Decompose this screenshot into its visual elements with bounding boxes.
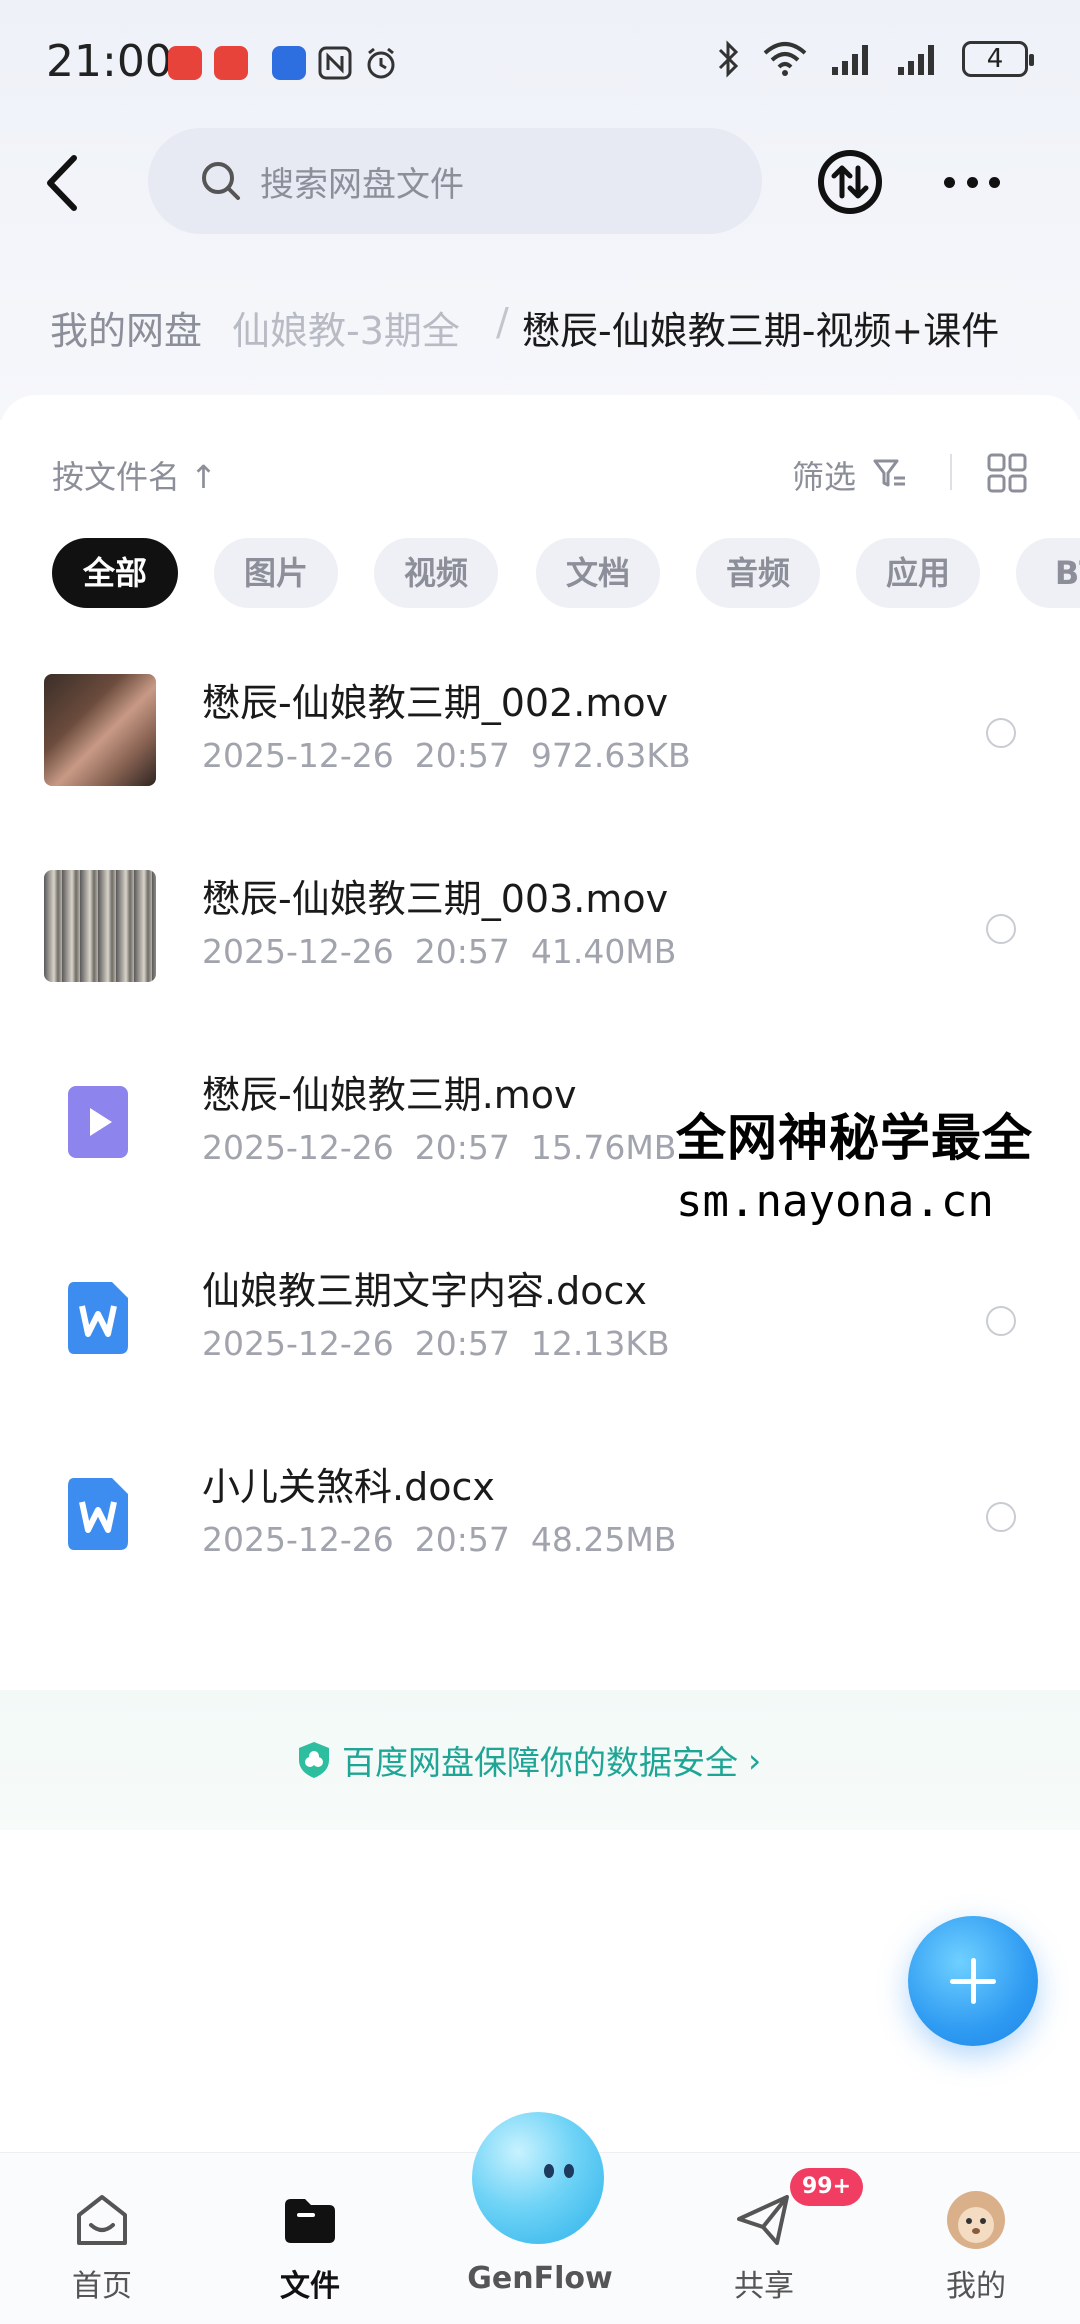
nav-label-share: 共享 <box>734 2269 794 2304</box>
watermark-line-1: 全网神秘学最全 <box>676 1109 1033 1167</box>
file-size: 48.25MB <box>530 1520 677 1559</box>
file-date: 2025-12-26 <box>202 736 394 775</box>
file-row[interactable]: 小儿关煞科.docx 2025-12-26 20:57 48.25MB <box>0 1424 1080 1620</box>
alarm-icon <box>367 47 395 79</box>
security-app-icon <box>272 46 306 80</box>
video-thumbnail <box>44 674 156 786</box>
file-date: 2025-12-26 <box>202 1128 394 1167</box>
file-time: 20:57 <box>414 932 510 971</box>
signal-icon <box>898 45 934 75</box>
search-placeholder: 搜索网盘文件 <box>260 164 464 205</box>
search-icon <box>202 162 240 200</box>
nfc-icon <box>318 46 352 80</box>
nav-label-home: 首页 <box>72 2269 132 2304</box>
back-icon[interactable] <box>38 148 88 218</box>
file-meta: 2025-12-26 20:57 41.40MB <box>202 932 676 971</box>
select-checkbox[interactable] <box>986 1502 1016 1532</box>
folder-icon <box>285 2199 335 2243</box>
more-icon[interactable] <box>944 165 1000 199</box>
battery-icon: 4 <box>962 41 1034 77</box>
file-meta: 2025-12-26 20:57 972.63KB <box>202 736 691 775</box>
word-doc-icon <box>68 1282 128 1354</box>
file-name: 小儿关煞科.docx <box>202 1465 495 1509</box>
security-text: 百度网盘保障你的数据安全 <box>342 1743 738 1782</box>
file-size: 15.76MB <box>530 1128 677 1167</box>
shield-icon <box>299 1742 329 1778</box>
file-size: 972.63KB <box>530 736 691 775</box>
watermark-overlay: 全网神秘学最全 sm.nayona.cn <box>676 1094 1080 1233</box>
breadcrumb-item-current: 懋辰-仙娘教三期-视频+课件 <box>522 309 1000 353</box>
nav-item-me[interactable]: 我的 <box>896 2153 1056 2324</box>
select-checkbox[interactable] <box>986 1306 1016 1336</box>
file-meta: 2025-12-26 20:57 15.76MB <box>202 1128 676 1167</box>
genflow-icon[interactable] <box>472 2112 604 2244</box>
chip-apps[interactable]: 应用 <box>856 538 980 608</box>
security-banner-content: 百度网盘保障你的数据安全 › <box>296 1736 761 1784</box>
file-row[interactable]: 仙娘教三期文字内容.docx 2025-12-26 20:57 12.13KB <box>0 1228 1080 1424</box>
file-time: 20:57 <box>414 1128 510 1167</box>
status-right-group: 4 <box>716 40 1034 78</box>
wifi-icon <box>763 42 807 76</box>
huawei-app-icon <box>214 46 248 80</box>
file-date: 2025-12-26 <box>202 932 394 971</box>
security-banner[interactable]: 百度网盘保障你的数据安全 › <box>0 1690 1080 1830</box>
nav-label-me: 我的 <box>946 2269 1006 2304</box>
file-meta: 2025-12-26 20:57 12.13KB <box>202 1324 670 1363</box>
select-checkbox[interactable] <box>986 914 1016 944</box>
filter-icon[interactable] <box>872 456 908 492</box>
status-time: 21:00 <box>46 36 173 87</box>
file-name: 懋辰-仙娘教三期_003.mov <box>202 877 669 921</box>
breadcrumb: 我的网盘 仙娘教-3期全 / 懋辰-仙娘教三期-视频+课件 <box>0 292 1080 362</box>
word-doc-icon <box>68 1478 128 1550</box>
toolbar-divider <box>950 454 952 490</box>
transfer-icon[interactable] <box>816 148 884 216</box>
file-time: 20:57 <box>414 736 510 775</box>
file-time: 20:57 <box>414 1520 510 1559</box>
share-icon <box>737 2195 789 2245</box>
breadcrumb-item-parent[interactable]: 仙娘教-3期全 <box>232 300 460 355</box>
chevron-right-icon: › <box>748 1740 762 1780</box>
sort-button[interactable]: 按文件名 ↑ <box>52 452 217 498</box>
file-row[interactable]: 懋辰-仙娘教三期_002.mov 2025-12-26 20:57 972.63… <box>0 640 1080 836</box>
select-checkbox[interactable] <box>986 718 1016 748</box>
file-meta: 2025-12-26 20:57 48.25MB <box>202 1520 676 1559</box>
file-size: 12.13KB <box>530 1324 670 1363</box>
file-date: 2025-12-26 <box>202 1520 394 1559</box>
search-input[interactable]: 搜索网盘文件 <box>148 128 762 234</box>
nav-item-files[interactable]: 文件 <box>230 2153 390 2324</box>
video-file-icon <box>68 1086 128 1158</box>
file-size: 41.40MB <box>530 932 677 971</box>
watermark-line-2: sm.nayona.cn <box>676 1176 994 1227</box>
chip-audio[interactable]: 音频 <box>696 538 820 608</box>
add-button[interactable] <box>908 1916 1038 2046</box>
home-icon <box>77 2195 127 2245</box>
chip-bt[interactable]: BT <box>1016 538 1080 608</box>
chip-all[interactable]: 全部 <box>52 538 178 608</box>
file-time: 20:57 <box>414 1324 510 1363</box>
chip-documents[interactable]: 文档 <box>536 538 660 608</box>
file-name: 懋辰-仙娘教三期_002.mov <box>202 681 669 725</box>
bluetooth-icon <box>718 40 739 78</box>
nav-item-home[interactable]: 首页 <box>22 2153 182 2324</box>
nav-label-genflow: GenFlow <box>467 2261 613 2296</box>
file-name: 仙娘教三期文字内容.docx <box>202 1269 647 1313</box>
signal-icon <box>832 45 868 75</box>
chip-images[interactable]: 图片 <box>214 538 338 608</box>
file-date: 2025-12-26 <box>202 1324 394 1363</box>
status-bar: 21:00 4 <box>0 0 1080 130</box>
avatar-icon <box>947 2191 1005 2249</box>
filter-button[interactable]: 筛选 <box>792 452 856 498</box>
chip-videos[interactable]: 视频 <box>374 538 498 608</box>
video-thumbnail <box>44 870 156 982</box>
grid-view-icon[interactable] <box>986 452 1028 494</box>
breadcrumb-separator: / <box>496 300 509 344</box>
file-row[interactable]: 懋辰-仙娘教三期_003.mov 2025-12-26 20:57 41.40M… <box>0 836 1080 1032</box>
file-name: 懋辰-仙娘教三期.mov <box>202 1073 577 1117</box>
category-chips: 全部 图片 视频 文档 音频 应用 BT <box>52 538 1080 608</box>
huawei-app-icon <box>168 46 202 80</box>
notification-badge: 99+ <box>790 2168 864 2206</box>
nav-label-files: 文件 <box>280 2269 340 2304</box>
breadcrumb-item-root[interactable]: 我的网盘 <box>50 300 202 355</box>
